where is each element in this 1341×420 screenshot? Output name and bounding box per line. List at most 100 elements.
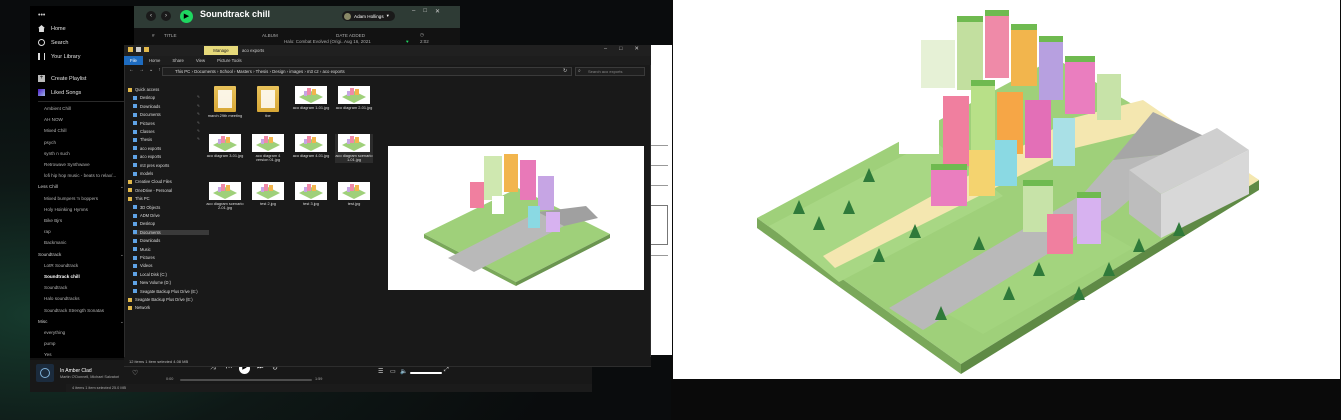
- nav-item[interactable]: This PC: [128, 196, 150, 201]
- maximize-icon[interactable]: □: [619, 46, 622, 52]
- pin-icon[interactable]: ✎: [197, 121, 200, 125]
- address-bar[interactable]: This PC › Documents › School › Masters ›…: [162, 67, 572, 76]
- playlist-item[interactable]: Soundtrack Strength Sonatas: [44, 308, 104, 313]
- playlist-item[interactable]: Mixed bumpers 'n boppers: [44, 196, 98, 201]
- playlist-item[interactable]: Soundtrack: [44, 285, 67, 290]
- nav-library[interactable]: Your Library: [38, 53, 80, 60]
- playlist-item[interactable]: Holy Hoinking Hymns: [44, 207, 88, 212]
- playlist-item[interactable]: Mixed Chill: [44, 128, 66, 133]
- nav-item[interactable]: aco exports: [133, 154, 161, 159]
- play-button[interactable]: ▶: [180, 10, 193, 23]
- pin-icon[interactable]: ✎: [197, 137, 200, 141]
- nav-item[interactable]: Documents: [133, 112, 161, 117]
- nav-item[interactable]: New Volume (D:): [133, 280, 171, 285]
- liked-heart-icon[interactable]: ♥: [406, 39, 409, 44]
- tab-view[interactable]: View: [190, 58, 211, 63]
- image-file-item[interactable]: aco diagram scenario 2-01.jpg: [206, 182, 244, 211]
- playlist-folder[interactable]: Soundtrack: [38, 252, 61, 257]
- nav-item[interactable]: Downloads: [133, 238, 160, 243]
- playlist-item[interactable]: Bike Bjrs: [44, 218, 62, 223]
- pin-icon[interactable]: ✎: [197, 129, 200, 133]
- properties-icon[interactable]: [136, 47, 141, 52]
- image-file-item[interactable]: aco diagram 1-01.jpg: [292, 86, 330, 110]
- minimize-icon[interactable]: –: [604, 46, 607, 52]
- queue-icon[interactable]: ☰: [378, 368, 383, 375]
- nav-item[interactable]: Desktop: [133, 221, 155, 226]
- new-folder-icon[interactable]: [144, 47, 149, 52]
- pin-icon[interactable]: ✎: [197, 112, 200, 116]
- nav-item[interactable]: m3 pres exports: [133, 163, 169, 168]
- now-playing-artist[interactable]: Martin O'Donnell, Michael Salvatori: [60, 375, 119, 379]
- nav-home[interactable]: Home: [38, 25, 66, 32]
- recent-chevron-icon[interactable]: ⌄: [149, 67, 153, 73]
- nav-item[interactable]: OneDrive - Personal: [128, 188, 172, 193]
- nav-item[interactable]: Music: [133, 247, 151, 252]
- progress-bar[interactable]: [180, 379, 312, 381]
- nav-item[interactable]: Classes: [133, 129, 155, 134]
- tab-picture-tools[interactable]: Picture Tools: [211, 58, 248, 63]
- playlist-item[interactable]: Yes: [44, 352, 52, 357]
- nav-search[interactable]: Search: [38, 39, 68, 46]
- nav-item[interactable]: Videos: [133, 263, 152, 268]
- nav-item[interactable]: Documents: [133, 229, 209, 235]
- playlist-item[interactable]: lofi hip hop music - beats to relax/...: [44, 173, 116, 178]
- folder-item[interactable]: tbe: [249, 86, 287, 118]
- volume-slider[interactable]: [410, 372, 442, 374]
- forward-button[interactable]: ›: [161, 11, 171, 21]
- album-art[interactable]: [36, 364, 54, 382]
- liked-songs[interactable]: Liked Songs: [38, 89, 81, 96]
- now-playing-track[interactable]: In Amber Clad: [60, 368, 92, 374]
- tab-share[interactable]: Share: [166, 58, 189, 63]
- playlist-item[interactable]: rap: [44, 229, 51, 234]
- playlist-folder[interactable]: Less Chill: [38, 184, 58, 189]
- nav-item[interactable]: Seagate Backup Plus Drive (E:): [133, 289, 198, 294]
- playlist-item[interactable]: pump: [44, 341, 56, 346]
- image-file-item[interactable]: aco diagram 4-01.jpg: [292, 134, 330, 158]
- playlist-item[interactable]: synth n such: [44, 151, 70, 156]
- nav-item[interactable]: Pictures: [133, 255, 155, 260]
- image-file-item[interactable]: aco diagram 2-01.jpg: [335, 86, 373, 110]
- nav-item[interactable]: Downloads: [133, 104, 160, 109]
- manage-tab[interactable]: Manage: [204, 46, 238, 55]
- nav-item[interactable]: Thesis: [133, 137, 152, 142]
- nav-item[interactable]: Network: [128, 305, 150, 310]
- close-icon[interactable]: ✕: [634, 46, 639, 52]
- playlist-folder[interactable]: Misc: [38, 319, 47, 324]
- nav-item[interactable]: Pictures: [133, 121, 155, 126]
- playlist-item[interactable]: everything: [44, 330, 65, 335]
- up-arrow-icon[interactable]: ↑: [158, 67, 161, 73]
- user-menu[interactable]: Adam Hollings ▾: [342, 11, 395, 21]
- folder-item[interactable]: march 29th meeting: [206, 86, 244, 118]
- nav-item[interactable]: Desktop: [133, 95, 155, 100]
- close-icon[interactable]: ✕: [435, 8, 440, 15]
- pin-icon[interactable]: ✎: [197, 95, 200, 99]
- volume-icon[interactable]: 🔈: [400, 368, 407, 375]
- like-heart-icon[interactable]: ♡: [132, 369, 138, 377]
- back-button[interactable]: ‹: [146, 11, 156, 21]
- tab-home[interactable]: Home: [143, 58, 166, 63]
- forward-arrow-icon[interactable]: →: [139, 67, 144, 73]
- back-arrow-icon[interactable]: ←: [129, 67, 134, 73]
- search-input[interactable]: Search aco exports: [575, 67, 645, 76]
- image-file-item[interactable]: aco diagram scenario 1-01.jpg: [335, 134, 373, 163]
- playlist-item[interactable]: Retrowave Synthwave: [44, 162, 90, 167]
- fullscreen-icon[interactable]: ⤢: [444, 367, 449, 374]
- playlist-item[interactable]: LotR Soundtrack: [44, 263, 78, 268]
- image-file-item[interactable]: test 2.jpg: [249, 182, 287, 206]
- tab-file[interactable]: File: [124, 56, 143, 65]
- isometric-site-image[interactable]: [673, 0, 1340, 379]
- image-file-item[interactable]: aco diagram 4 version 01.jpg: [249, 134, 287, 163]
- nav-item[interactable]: 3D Objects: [133, 205, 160, 210]
- playlist-item[interactable]: Backmanic: [44, 240, 66, 245]
- nav-item[interactable]: aco exports: [133, 146, 161, 151]
- playlist-item[interactable]: Ambient Chill: [44, 106, 71, 111]
- refresh-icon[interactable]: ↻: [563, 68, 567, 74]
- maximize-icon[interactable]: □: [423, 8, 427, 15]
- nav-item[interactable]: models: [133, 171, 153, 176]
- playlist-item[interactable]: psych: [44, 140, 56, 145]
- image-file-item[interactable]: test.jpg: [335, 182, 373, 206]
- nav-item[interactable]: Creative Cloud Files: [128, 179, 172, 184]
- image-file-item[interactable]: aco diagram 3-01.jpg: [206, 134, 244, 158]
- playlist-item[interactable]: Halo soundtracks: [44, 296, 80, 301]
- nav-item[interactable]: ADM Drive: [133, 213, 160, 218]
